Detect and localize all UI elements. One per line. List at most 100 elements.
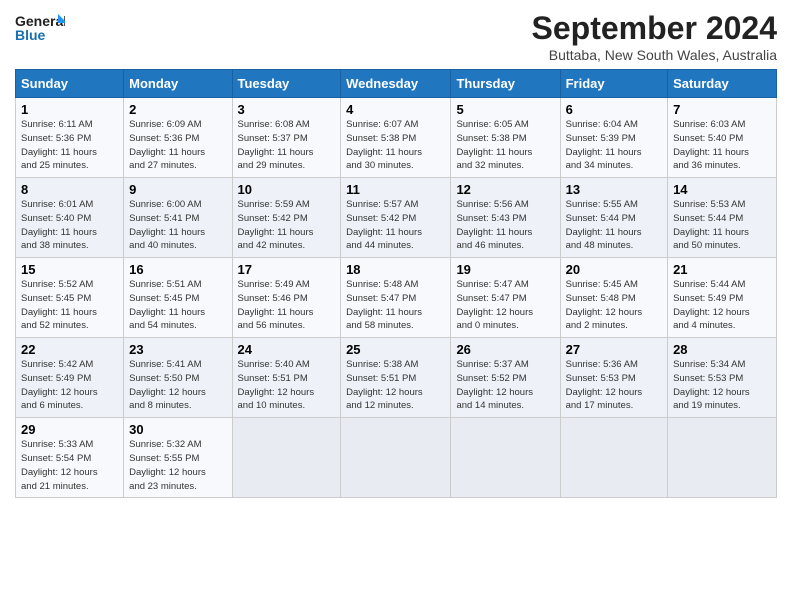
calendar-row-2: 15Sunrise: 5:52 AMSunset: 5:45 PMDayligh… bbox=[16, 258, 777, 338]
col-thursday: Thursday bbox=[451, 70, 560, 98]
day-info: Sunrise: 6:01 AMSunset: 5:40 PMDaylight:… bbox=[21, 198, 118, 253]
calendar-cell: 19Sunrise: 5:47 AMSunset: 5:47 PMDayligh… bbox=[451, 258, 560, 338]
calendar-cell bbox=[668, 418, 777, 498]
day-info: Sunrise: 5:40 AMSunset: 5:51 PMDaylight:… bbox=[238, 358, 336, 413]
calendar-body: 1Sunrise: 6:11 AMSunset: 5:36 PMDaylight… bbox=[16, 98, 777, 498]
calendar-cell: 20Sunrise: 5:45 AMSunset: 5:48 PMDayligh… bbox=[560, 258, 667, 338]
day-number: 30 bbox=[129, 422, 226, 437]
calendar-cell: 3Sunrise: 6:08 AMSunset: 5:37 PMDaylight… bbox=[232, 98, 341, 178]
calendar-cell: 4Sunrise: 6:07 AMSunset: 5:38 PMDaylight… bbox=[341, 98, 451, 178]
svg-text:Blue: Blue bbox=[15, 27, 46, 43]
col-friday: Friday bbox=[560, 70, 667, 98]
calendar-cell: 11Sunrise: 5:57 AMSunset: 5:42 PMDayligh… bbox=[341, 178, 451, 258]
logo-svg: General Blue bbox=[15, 10, 65, 48]
day-number: 21 bbox=[673, 262, 771, 277]
day-number: 10 bbox=[238, 182, 336, 197]
day-number: 14 bbox=[673, 182, 771, 197]
day-info: Sunrise: 5:42 AMSunset: 5:49 PMDaylight:… bbox=[21, 358, 118, 413]
day-number: 8 bbox=[21, 182, 118, 197]
calendar-cell: 22Sunrise: 5:42 AMSunset: 5:49 PMDayligh… bbox=[16, 338, 124, 418]
calendar-cell: 24Sunrise: 5:40 AMSunset: 5:51 PMDayligh… bbox=[232, 338, 341, 418]
day-info: Sunrise: 5:38 AMSunset: 5:51 PMDaylight:… bbox=[346, 358, 445, 413]
day-number: 6 bbox=[566, 102, 662, 117]
day-info: Sunrise: 6:07 AMSunset: 5:38 PMDaylight:… bbox=[346, 118, 445, 173]
header-row: Sunday Monday Tuesday Wednesday Thursday… bbox=[16, 70, 777, 98]
day-number: 16 bbox=[129, 262, 226, 277]
calendar-cell: 1Sunrise: 6:11 AMSunset: 5:36 PMDaylight… bbox=[16, 98, 124, 178]
title-block: September 2024 Buttaba, New South Wales,… bbox=[532, 10, 777, 63]
col-saturday: Saturday bbox=[668, 70, 777, 98]
day-info: Sunrise: 5:33 AMSunset: 5:54 PMDaylight:… bbox=[21, 438, 118, 493]
calendar-cell: 6Sunrise: 6:04 AMSunset: 5:39 PMDaylight… bbox=[560, 98, 667, 178]
day-number: 18 bbox=[346, 262, 445, 277]
day-info: Sunrise: 5:52 AMSunset: 5:45 PMDaylight:… bbox=[21, 278, 118, 333]
calendar-header: Sunday Monday Tuesday Wednesday Thursday… bbox=[16, 70, 777, 98]
day-number: 15 bbox=[21, 262, 118, 277]
calendar-cell: 26Sunrise: 5:37 AMSunset: 5:52 PMDayligh… bbox=[451, 338, 560, 418]
calendar-table: Sunday Monday Tuesday Wednesday Thursday… bbox=[15, 69, 777, 498]
day-number: 24 bbox=[238, 342, 336, 357]
month-title: September 2024 bbox=[532, 10, 777, 47]
calendar-row-0: 1Sunrise: 6:11 AMSunset: 5:36 PMDaylight… bbox=[16, 98, 777, 178]
calendar-cell: 14Sunrise: 5:53 AMSunset: 5:44 PMDayligh… bbox=[668, 178, 777, 258]
day-number: 26 bbox=[456, 342, 554, 357]
day-info: Sunrise: 5:56 AMSunset: 5:43 PMDaylight:… bbox=[456, 198, 554, 253]
logo: General Blue bbox=[15, 10, 65, 48]
day-info: Sunrise: 5:41 AMSunset: 5:50 PMDaylight:… bbox=[129, 358, 226, 413]
calendar-cell bbox=[560, 418, 667, 498]
calendar-cell: 2Sunrise: 6:09 AMSunset: 5:36 PMDaylight… bbox=[124, 98, 232, 178]
calendar-row-3: 22Sunrise: 5:42 AMSunset: 5:49 PMDayligh… bbox=[16, 338, 777, 418]
day-number: 28 bbox=[673, 342, 771, 357]
day-info: Sunrise: 5:55 AMSunset: 5:44 PMDaylight:… bbox=[566, 198, 662, 253]
day-info: Sunrise: 5:44 AMSunset: 5:49 PMDaylight:… bbox=[673, 278, 771, 333]
day-info: Sunrise: 6:00 AMSunset: 5:41 PMDaylight:… bbox=[129, 198, 226, 253]
calendar-cell bbox=[232, 418, 341, 498]
page-header: General Blue September 2024 Buttaba, New… bbox=[15, 10, 777, 63]
calendar-cell: 9Sunrise: 6:00 AMSunset: 5:41 PMDaylight… bbox=[124, 178, 232, 258]
calendar-cell: 18Sunrise: 5:48 AMSunset: 5:47 PMDayligh… bbox=[341, 258, 451, 338]
day-number: 11 bbox=[346, 182, 445, 197]
calendar-cell: 23Sunrise: 5:41 AMSunset: 5:50 PMDayligh… bbox=[124, 338, 232, 418]
calendar-cell: 5Sunrise: 6:05 AMSunset: 5:38 PMDaylight… bbox=[451, 98, 560, 178]
calendar-cell: 16Sunrise: 5:51 AMSunset: 5:45 PMDayligh… bbox=[124, 258, 232, 338]
day-info: Sunrise: 6:03 AMSunset: 5:40 PMDaylight:… bbox=[673, 118, 771, 173]
calendar-cell: 7Sunrise: 6:03 AMSunset: 5:40 PMDaylight… bbox=[668, 98, 777, 178]
day-info: Sunrise: 5:36 AMSunset: 5:53 PMDaylight:… bbox=[566, 358, 662, 413]
calendar-cell: 13Sunrise: 5:55 AMSunset: 5:44 PMDayligh… bbox=[560, 178, 667, 258]
calendar-cell: 17Sunrise: 5:49 AMSunset: 5:46 PMDayligh… bbox=[232, 258, 341, 338]
day-info: Sunrise: 5:53 AMSunset: 5:44 PMDaylight:… bbox=[673, 198, 771, 253]
calendar-cell: 27Sunrise: 5:36 AMSunset: 5:53 PMDayligh… bbox=[560, 338, 667, 418]
calendar-cell: 25Sunrise: 5:38 AMSunset: 5:51 PMDayligh… bbox=[341, 338, 451, 418]
day-number: 3 bbox=[238, 102, 336, 117]
calendar-cell bbox=[451, 418, 560, 498]
day-number: 19 bbox=[456, 262, 554, 277]
location-subtitle: Buttaba, New South Wales, Australia bbox=[532, 47, 777, 63]
calendar-cell: 29Sunrise: 5:33 AMSunset: 5:54 PMDayligh… bbox=[16, 418, 124, 498]
calendar-cell: 21Sunrise: 5:44 AMSunset: 5:49 PMDayligh… bbox=[668, 258, 777, 338]
day-number: 27 bbox=[566, 342, 662, 357]
day-info: Sunrise: 5:49 AMSunset: 5:46 PMDaylight:… bbox=[238, 278, 336, 333]
day-number: 1 bbox=[21, 102, 118, 117]
day-number: 25 bbox=[346, 342, 445, 357]
day-info: Sunrise: 6:08 AMSunset: 5:37 PMDaylight:… bbox=[238, 118, 336, 173]
day-info: Sunrise: 5:57 AMSunset: 5:42 PMDaylight:… bbox=[346, 198, 445, 253]
day-info: Sunrise: 5:34 AMSunset: 5:53 PMDaylight:… bbox=[673, 358, 771, 413]
day-number: 20 bbox=[566, 262, 662, 277]
col-wednesday: Wednesday bbox=[341, 70, 451, 98]
day-info: Sunrise: 5:45 AMSunset: 5:48 PMDaylight:… bbox=[566, 278, 662, 333]
calendar-cell: 28Sunrise: 5:34 AMSunset: 5:53 PMDayligh… bbox=[668, 338, 777, 418]
day-info: Sunrise: 5:47 AMSunset: 5:47 PMDaylight:… bbox=[456, 278, 554, 333]
col-tuesday: Tuesday bbox=[232, 70, 341, 98]
day-info: Sunrise: 5:59 AMSunset: 5:42 PMDaylight:… bbox=[238, 198, 336, 253]
day-info: Sunrise: 6:04 AMSunset: 5:39 PMDaylight:… bbox=[566, 118, 662, 173]
day-number: 17 bbox=[238, 262, 336, 277]
col-monday: Monday bbox=[124, 70, 232, 98]
calendar-cell: 30Sunrise: 5:32 AMSunset: 5:55 PMDayligh… bbox=[124, 418, 232, 498]
day-info: Sunrise: 5:51 AMSunset: 5:45 PMDaylight:… bbox=[129, 278, 226, 333]
day-number: 29 bbox=[21, 422, 118, 437]
day-number: 5 bbox=[456, 102, 554, 117]
day-number: 13 bbox=[566, 182, 662, 197]
calendar-cell: 10Sunrise: 5:59 AMSunset: 5:42 PMDayligh… bbox=[232, 178, 341, 258]
col-sunday: Sunday bbox=[16, 70, 124, 98]
day-info: Sunrise: 5:48 AMSunset: 5:47 PMDaylight:… bbox=[346, 278, 445, 333]
